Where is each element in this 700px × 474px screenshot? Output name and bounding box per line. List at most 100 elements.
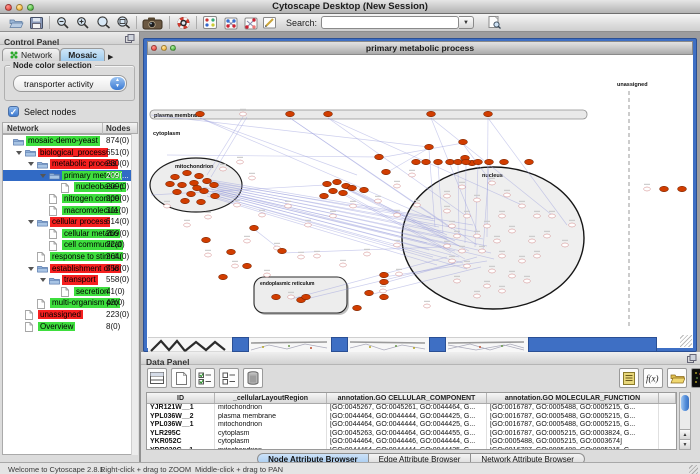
background-window-overview[interactable]: [148, 337, 232, 352]
table-cell[interactable]: plasma membrane: [215, 413, 327, 422]
zoom-button[interactable]: [27, 4, 34, 11]
background-window-sliver[interactable]: [446, 337, 528, 352]
selected-gene-node[interactable]: [193, 185, 202, 190]
attribute-matrix-icon[interactable]: [691, 368, 700, 388]
save-session-icon[interactable]: [26, 15, 46, 31]
table-row[interactable]: YJR121W__1mitochondrion[GO:0045267, GO:0…: [147, 404, 676, 413]
selected-gene-node[interactable]: [525, 159, 534, 164]
tree-row[interactable]: cell communicat22(0): [3, 239, 137, 251]
background-window-sliver[interactable]: [348, 337, 429, 352]
table-row[interactable]: YPL036W__1mitochondrion[GO:0044464, GO:0…: [147, 421, 676, 430]
gene-node[interactable]: [529, 239, 536, 243]
gene-node[interactable]: [549, 214, 556, 218]
gene-node[interactable]: [380, 289, 387, 293]
table-scrollbar[interactable]: ▲ ▼: [679, 392, 691, 450]
selected-gene-node[interactable]: [339, 190, 348, 195]
gene-node[interactable]: [237, 160, 244, 164]
tree-row[interactable]: cellular metabo209(0): [3, 228, 137, 240]
gene-node[interactable]: [288, 295, 295, 299]
table-cell[interactable]: mitochondrion: [215, 404, 327, 413]
table-cell[interactable]: [GO:0045267, GO:0045261, GO:0044464, G..…: [327, 404, 487, 413]
selected-gene-node[interactable]: [166, 181, 175, 186]
gene-node[interactable]: [499, 289, 506, 293]
table-cell[interactable]: mitochondrion: [215, 447, 327, 450]
gene-node[interactable]: [394, 213, 401, 217]
gene-node[interactable]: [499, 254, 506, 258]
gene-node[interactable]: [184, 223, 191, 227]
tree-row[interactable]: cellular process614(0): [3, 216, 137, 228]
table-cell[interactable]: YPL036W__2: [147, 413, 215, 422]
table-cell[interactable]: [GO:0044464, GO:0044444, GO:0044425, G..…: [327, 421, 487, 430]
selected-gene-node[interactable]: [348, 185, 357, 190]
tree-row[interactable]: unassigned223(0): [3, 309, 137, 321]
gene-node[interactable]: [220, 167, 227, 171]
search-input[interactable]: [321, 16, 459, 29]
selected-gene-node[interactable]: [333, 179, 342, 184]
selected-gene-node[interactable]: [210, 182, 219, 187]
tree-row[interactable]: biological_process651(0): [3, 147, 137, 159]
selected-gene-node[interactable]: [425, 144, 434, 149]
gene-node[interactable]: [474, 198, 481, 202]
selected-gene-node[interactable]: [227, 249, 236, 254]
tree-node-label[interactable]: Overview: [38, 322, 75, 332]
selected-gene-node[interactable]: [380, 294, 389, 299]
open-session-icon[interactable]: [6, 15, 26, 31]
table-cell[interactable]: [GO:0044464, GO:0044446, GO:0044444, G..…: [327, 438, 487, 447]
selected-gene-node[interactable]: [190, 180, 199, 185]
table-cell[interactable]: [GO:0005488, GO:0005215, GO:0003674]: [487, 438, 659, 447]
table-cell[interactable]: [GO:0016787, GO:0005488, GO:0005215, G..…: [487, 413, 659, 422]
expand-arrow-icon[interactable]: [40, 278, 46, 282]
gene-node[interactable]: [164, 204, 171, 208]
expand-arrow-icon[interactable]: [16, 151, 22, 155]
gene-node[interactable]: [459, 185, 466, 189]
gene-node[interactable]: [240, 112, 247, 116]
gene-node[interactable]: [350, 204, 357, 208]
selected-gene-node[interactable]: [500, 159, 509, 164]
selected-gene-node[interactable]: [320, 193, 329, 198]
gene-node[interactable]: [519, 259, 526, 263]
more-tabs-icon[interactable]: ▶: [108, 53, 113, 61]
delete-attribute-icon[interactable]: [243, 368, 263, 388]
zoom-fit-icon[interactable]: [113, 15, 133, 31]
selected-gene-node[interactable]: [422, 159, 431, 164]
tab-mosaic[interactable]: Mosaic: [60, 48, 105, 61]
tree-row[interactable]: multi-organism pro42(0): [3, 297, 137, 309]
selected-gene-node[interactable]: [375, 154, 384, 159]
attribute-table[interactable]: ID_cellularLayoutRegionannotation.GO CEL…: [146, 392, 677, 450]
gene-node[interactable]: [314, 254, 321, 258]
table-cell[interactable]: cytoplasm: [215, 438, 327, 447]
gene-node[interactable]: [489, 269, 496, 273]
gene-node[interactable]: [504, 193, 511, 197]
expand-arrow-icon[interactable]: [28, 267, 34, 271]
network-window-titlebar[interactable]: primary metabolic process: [147, 41, 693, 55]
gene-node[interactable]: [444, 244, 451, 248]
gene-node[interactable]: [234, 203, 241, 207]
selected-gene-node[interactable]: [462, 159, 471, 164]
node-color-select[interactable]: transporter activity ▲▼: [13, 75, 127, 92]
selected-gene-node[interactable]: [434, 159, 443, 164]
table-cell[interactable]: YJR121W__1: [147, 404, 215, 413]
canvas-resize-grip[interactable]: [680, 335, 692, 347]
table-cell[interactable]: mitochondrion: [215, 421, 327, 430]
gene-node[interactable]: [509, 229, 516, 233]
gene-node[interactable]: [259, 213, 266, 217]
float-panel-icon[interactable]: [125, 34, 135, 43]
tree-node-label[interactable]: unassigned: [38, 310, 83, 320]
gene-node[interactable]: [232, 264, 239, 268]
table-cell[interactable]: YDR039C__1: [147, 447, 215, 450]
zoom-in-icon[interactable]: [73, 15, 93, 31]
table-cell[interactable]: YLR295C: [147, 430, 215, 439]
selected-gene-node[interactable]: [243, 263, 252, 268]
annotation-icon[interactable]: [260, 15, 280, 31]
background-window-frame[interactable]: [331, 337, 348, 352]
selected-gene-node[interactable]: [459, 139, 468, 144]
gene-node[interactable]: [285, 204, 292, 208]
selected-gene-node[interactable]: [380, 272, 389, 277]
table-cell[interactable]: [GO:0016787, GO:0005215, GO:0003824, G..…: [487, 430, 659, 439]
select-attributes-icon[interactable]: [195, 368, 215, 388]
gene-node[interactable]: [364, 252, 371, 256]
selected-gene-node[interactable]: [286, 111, 295, 116]
selected-gene-node[interactable]: [360, 187, 369, 192]
table-cell[interactable]: YPL036W__1: [147, 421, 215, 430]
gene-node[interactable]: [484, 224, 491, 228]
